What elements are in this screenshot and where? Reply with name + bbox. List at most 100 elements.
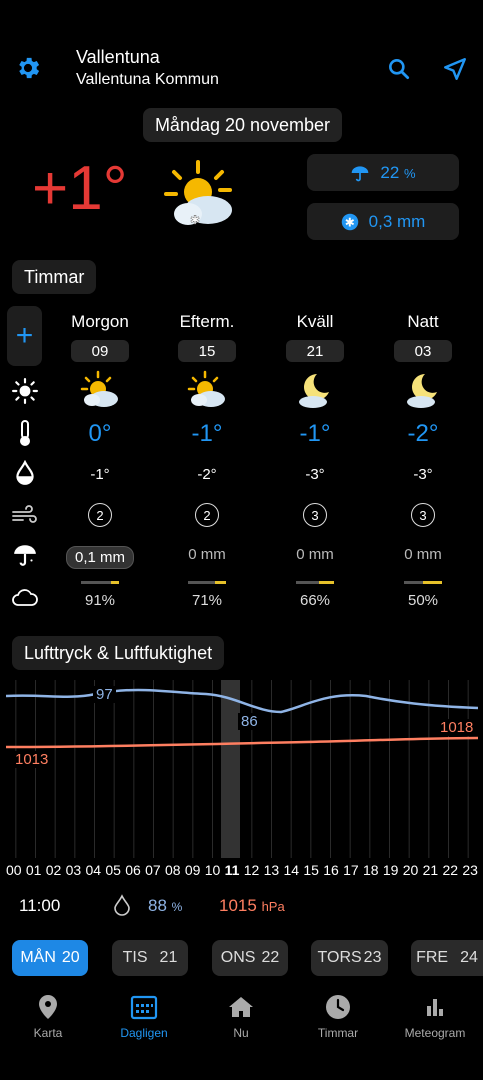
day-tab-label: ONS xyxy=(220,949,256,966)
wind-speed-badge: 2 xyxy=(157,503,257,527)
thermometer-icon xyxy=(10,418,40,448)
precip-chance-unit: % xyxy=(404,165,416,181)
readout-pressure: 1015 xyxy=(219,896,257,915)
calendar-icon xyxy=(104,992,184,1022)
hour-tick: 09 xyxy=(184,862,201,878)
wind-speed: 3 xyxy=(303,503,327,527)
hour-tick: 20 xyxy=(402,862,419,878)
day-tab-wed[interactable]: ONS 22 xyxy=(212,940,288,976)
pressure-label-start: 1013 xyxy=(12,751,52,768)
expand-hours-button[interactable]: + xyxy=(7,306,42,366)
precip-amount-value: 0,3 mm xyxy=(368,211,426,231)
day-tab-fri[interactable]: FRE 24 xyxy=(411,940,483,976)
settings-icon[interactable] xyxy=(14,54,42,82)
hour-tick: 11 xyxy=(224,862,240,878)
humidity-label-low: 86 xyxy=(238,713,261,730)
pressure-label-end: 1018 xyxy=(437,719,477,736)
period-label: Kväll xyxy=(296,312,334,331)
nav-label: Dagligen xyxy=(120,1026,168,1040)
forecast-column[interactable]: Morgon 09 xyxy=(50,312,150,362)
period-rain: 0 mm xyxy=(265,546,365,563)
day-tab-mon[interactable]: MÅN 20 xyxy=(12,940,88,976)
forecast-column[interactable]: Kväll 21 xyxy=(265,312,365,362)
period-rain: 0,1 mm xyxy=(50,546,150,569)
nav-label: Meteogram xyxy=(404,1026,466,1040)
umbrella-icon xyxy=(352,165,369,181)
wind-speed: 2 xyxy=(88,503,112,527)
rain-amount: 0,1 mm xyxy=(65,546,134,569)
hour-axis: 00 01 02 03 04 05 06 07 08 09 10 11 12 13 14 15 16 17 18 19… xyxy=(6,862,478,878)
feels-like-drop-icon xyxy=(10,458,40,488)
cloud-cover-percent: 50% xyxy=(407,592,439,609)
humidity-drop-icon xyxy=(113,894,131,921)
moon-cloud-icon xyxy=(403,370,443,410)
cloud-cover-percent: 71% xyxy=(191,592,223,609)
wind-speed-badge: 3 xyxy=(373,503,473,527)
nav-karta[interactable]: Karta xyxy=(8,992,88,1040)
location-header[interactable]: Vallentuna Vallentuna Kommun xyxy=(76,47,219,89)
period-temperature: -2° xyxy=(407,420,439,447)
nav-label: Karta xyxy=(33,1026,63,1040)
search-icon[interactable] xyxy=(386,56,412,82)
cloud-cover-percent: 66% xyxy=(299,592,331,609)
readout-pressure-unit: hPa xyxy=(261,899,285,914)
hour-tick: 15 xyxy=(303,862,319,878)
hour-tick: 13 xyxy=(263,862,280,878)
pressure-section-title: Lufttryck & Luftfuktighet xyxy=(12,636,225,670)
day-tab-thu[interactable]: TORS 23 xyxy=(311,940,388,976)
period-label: Efterm. xyxy=(179,312,235,331)
day-tab-label: MÅN xyxy=(20,949,56,966)
precip-chance-value: 22 xyxy=(380,162,400,182)
snowflake-icon: ✱ xyxy=(341,213,358,230)
location-name: Vallentuna xyxy=(76,47,160,67)
umbrella-rain-icon xyxy=(10,540,40,570)
navigation-arrow-icon[interactable] xyxy=(442,56,468,82)
precip-chance-pill: 22 % xyxy=(307,154,459,191)
rain-amount: 0 mm xyxy=(404,546,442,563)
forecast-column[interactable]: Natt 03 xyxy=(373,312,473,362)
bar-chart-icon xyxy=(395,992,475,1022)
wind-speed-badge: 3 xyxy=(265,503,365,527)
partly-cloudy-snow-icon: ✱ xyxy=(162,158,238,234)
day-tab-date: 22 xyxy=(261,949,280,966)
sun-cloud-icon xyxy=(187,370,227,410)
period-feels-like: -1° xyxy=(90,466,110,483)
cloud-cover-percent: 91% xyxy=(84,592,116,609)
nav-timmar[interactable]: Timmar xyxy=(298,992,378,1040)
hour-tick: 07 xyxy=(145,862,161,878)
hour-tick: 04 xyxy=(85,862,102,878)
forecast-column[interactable]: Efterm. 15 xyxy=(157,312,257,362)
wind-speed-badge: 2 xyxy=(50,503,150,527)
hour-tick: 02 xyxy=(45,862,62,878)
cloud-cover-bar xyxy=(296,581,334,584)
nav-meteogram[interactable]: Meteogram xyxy=(395,992,475,1040)
hour-tick: 14 xyxy=(283,862,300,878)
day-tab-date: 23 xyxy=(363,949,382,966)
period-hour: 09 xyxy=(71,340,129,362)
humidity-line xyxy=(5,688,479,714)
period-feels-like: -2° xyxy=(197,466,217,483)
hour-tick: 21 xyxy=(422,862,439,878)
hour-tick: 10 xyxy=(204,862,221,878)
pressure-humidity-chart[interactable] xyxy=(5,680,479,858)
period-hour: 15 xyxy=(178,340,236,362)
hour-tick: 06 xyxy=(125,862,141,878)
svg-text:✱: ✱ xyxy=(190,213,200,227)
hour-tick: 17 xyxy=(343,862,359,878)
map-pin-icon xyxy=(8,992,88,1022)
day-tab-tue[interactable]: TIS 21 xyxy=(112,940,188,976)
hour-tick: 03 xyxy=(65,862,82,878)
nav-dagligen[interactable]: Dagligen xyxy=(104,992,184,1040)
period-feels-like: -3° xyxy=(413,466,433,483)
date-label: Måndag 20 november xyxy=(143,108,342,142)
hour-tick: 01 xyxy=(25,862,42,878)
hours-section-title: Timmar xyxy=(12,260,97,294)
day-tab-date: 21 xyxy=(159,949,178,966)
period-rain: 0 mm xyxy=(157,546,257,563)
wind-speed: 2 xyxy=(195,503,219,527)
period-label: Morgon xyxy=(71,312,129,331)
readout-time: 11:00 xyxy=(19,896,61,915)
sun-cloud-icon xyxy=(80,370,120,410)
hour-tick: 22 xyxy=(442,862,459,878)
nav-nu[interactable]: Nu xyxy=(201,992,281,1040)
